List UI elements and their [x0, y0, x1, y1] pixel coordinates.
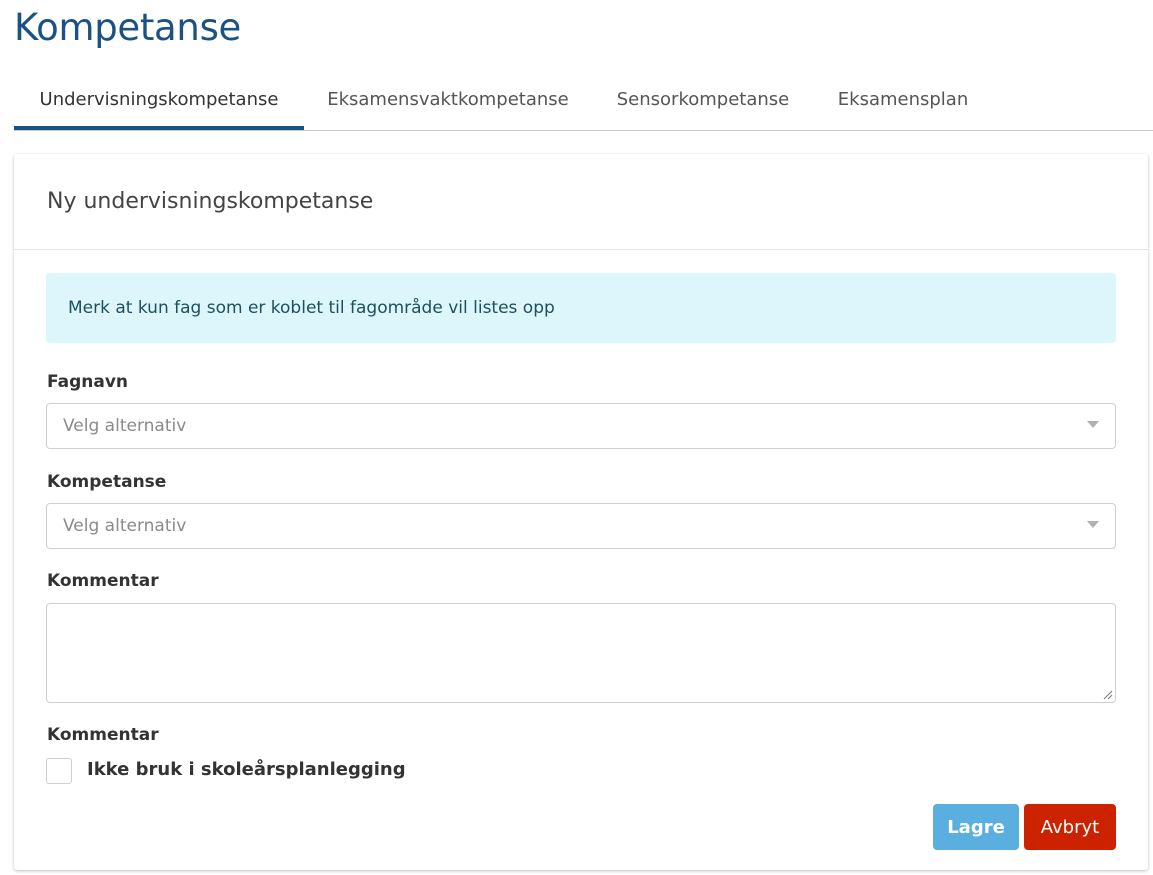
tab-bar: Undervisningskompetanse Eksamensvaktkomp…	[14, 70, 1153, 131]
kommentar-label-2: Kommentar	[47, 725, 159, 745]
info-alert: Merk at kun fag som er koblet til fagomr…	[46, 273, 1116, 343]
kommentar-textarea[interactable]	[46, 603, 1116, 703]
kommentar-label: Kommentar	[47, 571, 159, 591]
chevron-down-icon	[1087, 421, 1099, 428]
form-card: Ny undervisningskompetanse Merk at kun f…	[14, 154, 1148, 870]
chevron-down-icon	[1087, 521, 1099, 528]
fagnavn-label: Fagnavn	[47, 372, 129, 392]
ikke-bruk-checkbox-label[interactable]: Ikke bruk i skoleårsplanlegging	[87, 759, 406, 780]
page-title: Kompetanse	[14, 6, 242, 49]
fagnavn-placeholder: Velg alternativ	[63, 416, 187, 436]
card-title: Ny undervisningskompetanse	[14, 154, 1148, 250]
tab-eksamensvaktkompetanse[interactable]: Eksamensvaktkompetanse	[304, 70, 592, 128]
tab-undervisningskompetanse[interactable]: Undervisningskompetanse	[14, 70, 304, 130]
tab-eksamensplan[interactable]: Eksamensplan	[814, 70, 992, 128]
kompetanse-select[interactable]: Velg alternativ	[46, 503, 1116, 549]
ikke-bruk-checkbox[interactable]	[46, 758, 72, 784]
fagnavn-select[interactable]: Velg alternativ	[46, 403, 1116, 449]
kompetanse-label: Kompetanse	[47, 472, 167, 492]
kompetanse-placeholder: Velg alternativ	[63, 516, 187, 536]
tab-sensorkompetanse[interactable]: Sensorkompetanse	[592, 70, 814, 128]
resize-handle-icon[interactable]	[1103, 690, 1113, 700]
save-button[interactable]: Lagre	[933, 804, 1019, 850]
cancel-button[interactable]: Avbryt	[1024, 804, 1116, 850]
